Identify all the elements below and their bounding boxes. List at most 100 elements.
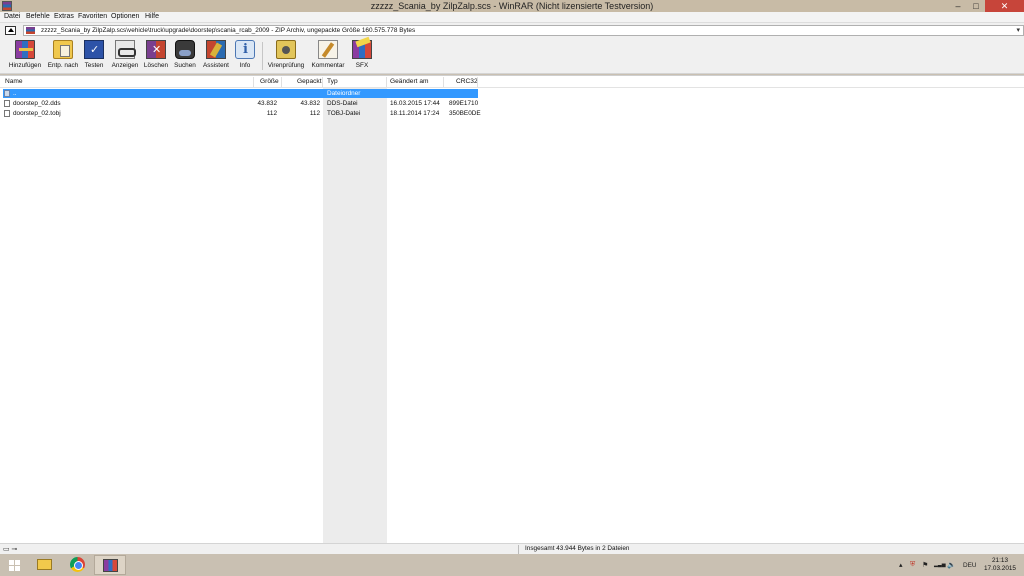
sfx-label: SFX [355,62,369,69]
file-crc: 899E1710 [449,100,479,107]
file-type: DDS-Datei [327,100,358,107]
virus-scan-label: Virenprüfung [267,62,305,69]
language-indicator[interactable]: DEU [963,562,977,569]
add-label: Hinzufügen [8,62,42,69]
test-label: Testen [84,62,104,69]
file-modified: 16.03.2015 17:44 [390,100,440,107]
column-name[interactable]: Name [5,78,23,85]
title-bar: zzzzz_Scania_by ZilpZalp.scs - WinRAR (N… [0,0,1024,12]
taskbar-chrome[interactable] [62,555,94,575]
file-list[interactable]: Name Größe Gepackt Typ Geändert am CRC32… [0,75,1024,544]
file-icon [4,110,10,117]
path-field[interactable]: zzzzz_Scania_by ZilpZalp.scs\vehicle\tru… [23,25,1024,36]
minimize-button[interactable]: – [950,0,966,12]
file-name: .. [13,90,17,97]
delete-button[interactable]: Löschen [142,40,170,73]
window-title: zzzzz_Scania_by ZilpZalp.scs - WinRAR (N… [370,1,654,11]
shield-icon[interactable]: ⛨ [910,561,915,569]
status-text: Insgesamt 43.944 Bytes in 2 Dateien [525,545,630,552]
view-label: Anzeigen [111,62,139,69]
windows-logo-icon [9,560,20,571]
virus-scan-icon [276,40,296,59]
archive-icon [26,27,35,34]
find-button[interactable]: Suchen [172,40,198,73]
file-type: Dateiordner [327,90,361,97]
status-divider [518,545,519,554]
network-signal-icon[interactable]: ▂▃▅ [934,562,946,568]
column-divider[interactable] [386,77,387,87]
sorted-column-shade [323,88,387,544]
menu-bar: Datei Befehle Extras Favoriten Optionen … [0,12,1024,23]
find-icon [175,40,195,59]
up-folder-icon[interactable] [5,26,16,35]
column-header-row: Name Größe Gepackt Typ Geändert am CRC32 [0,76,1024,88]
taskbar-explorer[interactable] [28,555,60,575]
column-modified[interactable]: Geändert am [390,78,428,85]
add-button[interactable]: Hinzufügen [6,40,44,73]
action-center-flag-icon[interactable]: ⚑ [922,561,928,569]
path-dropdown-icon[interactable]: ▾ [1016,26,1020,34]
file-icon [4,100,10,107]
file-crc: 350BE0DE [449,110,481,117]
parent-folder-icon [4,90,10,97]
extract-to-label: Entp. nach [47,62,79,69]
menu-optionen[interactable]: Optionen [111,13,139,20]
file-name: doorstep_02.dds [13,100,61,107]
test-icon [84,40,104,59]
menu-hilfe[interactable]: Hilfe [145,13,159,20]
table-row[interactable]: doorstep_02.tobj 112 112 TOBJ-Datei 18.1… [3,109,481,118]
menu-favoriten[interactable]: Favoriten [78,13,107,20]
info-button[interactable]: Info [234,40,256,73]
virus-scan-button[interactable]: Virenprüfung [266,40,306,73]
clock-time: 21:13 [992,557,1008,564]
column-divider[interactable] [443,77,444,87]
comment-icon [318,40,338,59]
add-archive-icon [15,40,35,59]
tray-chevron-icon[interactable]: ▴ [899,561,903,569]
file-modified: 18.11.2014 17:24 [390,110,440,117]
column-divider[interactable] [322,77,323,87]
file-size: 112 [266,110,277,117]
file-name: doorstep_02.tobj [13,110,61,117]
file-packed: 43.832 [300,100,320,107]
chrome-icon [70,557,85,572]
menu-extras[interactable]: Extras [54,13,74,20]
extract-to-button[interactable]: Entp. nach [45,40,81,73]
menu-befehle[interactable]: Befehle [26,13,50,20]
status-drive-icons[interactable]: ▭ ⊸ [3,545,17,553]
extract-to-icon [53,40,73,59]
column-packed[interactable]: Gepackt [297,78,322,85]
column-crc32[interactable]: CRC32 [456,78,478,85]
wizard-icon [206,40,226,59]
wizard-button[interactable]: Assistent [201,40,231,73]
column-divider[interactable] [281,77,282,87]
table-row[interactable]: .. Dateiordner [3,89,478,98]
file-packed: 112 [309,110,320,117]
column-divider[interactable] [477,77,478,87]
file-explorer-icon [37,559,52,570]
column-size[interactable]: Größe [260,78,279,85]
view-button[interactable]: Anzeigen [110,40,140,73]
taskbar-winrar[interactable] [94,555,126,575]
info-icon [235,40,255,59]
column-divider[interactable] [253,77,254,87]
volume-icon[interactable]: 🔈 [947,561,956,569]
clock-date: 17.03.2015 [984,565,1016,572]
view-icon [115,40,136,59]
test-button[interactable]: Testen [82,40,106,73]
clock[interactable]: 21:13 17.03.2015 [980,557,1020,573]
winrar-icon [103,559,118,572]
delete-icon [146,40,166,59]
taskbar: ▴ ⛨ ⚑ ▂▃▅ 🔈 DEU 21:13 17.03.2015 [0,554,1024,576]
comment-button[interactable]: Kommentar [309,40,347,73]
comment-label: Kommentar [311,62,345,69]
sfx-button[interactable]: SFX [351,40,373,73]
close-button[interactable]: ✕ [985,0,1024,12]
menu-datei[interactable]: Datei [4,13,20,20]
toolbar-separator [262,42,263,70]
wizard-label: Assistent [203,62,229,69]
maximize-button[interactable]: □ [968,0,984,12]
column-type[interactable]: Typ [327,78,338,85]
find-label: Suchen [174,62,196,69]
table-row[interactable]: doorstep_02.dds 43.832 43.832 DDS-Datei … [3,99,478,108]
